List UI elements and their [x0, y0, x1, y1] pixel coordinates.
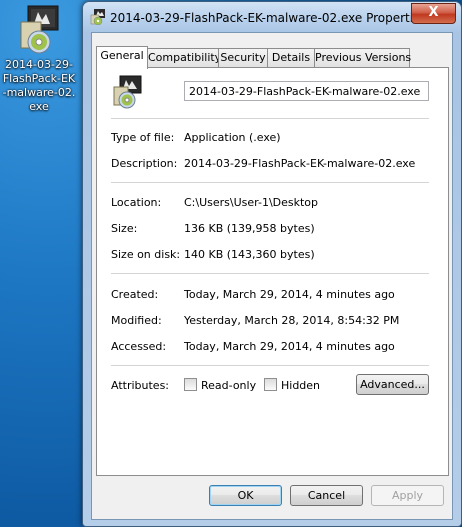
close-button[interactable]: X: [411, 3, 456, 24]
accessed-label: Accessed:: [111, 340, 167, 353]
apply-button[interactable]: Apply: [371, 485, 444, 506]
modified-label: Modified:: [111, 314, 162, 327]
separator: [111, 365, 429, 366]
description-label: Description:: [111, 157, 178, 170]
size-on-disk-value: 140 KB (143,360 bytes): [184, 248, 315, 261]
modified-value: Yesterday, March 28, 2014, 8:54:32 PM: [184, 314, 400, 327]
hidden-checkbox[interactable]: Hidden: [264, 378, 320, 392]
tab-compatibility[interactable]: Compatibility: [147, 48, 221, 67]
checkbox-box[interactable]: [184, 378, 197, 391]
general-tab-panel: 2014-03-29-FlashPack-EK-malware-02.exe T…: [96, 67, 449, 476]
type-value: Application (.exe): [184, 131, 281, 144]
separator: [111, 118, 429, 119]
tab-general[interactable]: General: [96, 46, 148, 69]
description-value: 2014-03-29-FlashPack-EK-malware-02.exe: [184, 157, 416, 170]
window-title: 2014-03-29-FlashPack-EK-malware-02.exe P…: [110, 11, 427, 25]
installer-icon: [90, 9, 106, 26]
separator: [111, 182, 429, 183]
created-value: Today, March 29, 2014, 4 minutes ago: [184, 288, 395, 301]
readonly-label: Read-only: [201, 379, 257, 392]
desktop-file-icon[interactable]: 2014-03-29-FlashPack-EK-malware-02.exe: [0, 4, 78, 114]
installer-icon: [15, 4, 63, 56]
size-on-disk-label: Size on disk:: [111, 248, 181, 261]
attributes-label: Attributes:: [111, 379, 170, 392]
advanced-button[interactable]: Advanced...: [356, 374, 429, 395]
accessed-value: Today, March 29, 2014, 4 minutes ago: [184, 340, 395, 353]
properties-window: 2014-03-29-FlashPack-EK-malware-02.exe P…: [82, 1, 462, 527]
created-label: Created:: [111, 288, 159, 301]
separator: [111, 273, 429, 274]
ok-button[interactable]: OK: [209, 485, 282, 506]
tab-previous-versions[interactable]: Previous Versions: [314, 48, 411, 67]
size-label: Size:: [111, 222, 138, 235]
dialog-client-area: General Compatibility Security Details P…: [91, 32, 453, 520]
type-label: Type of file:: [111, 131, 175, 144]
cancel-button[interactable]: Cancel: [290, 485, 363, 506]
file-name-field[interactable]: 2014-03-29-FlashPack-EK-malware-02.exe: [184, 81, 429, 101]
readonly-checkbox[interactable]: Read-only: [184, 378, 256, 392]
location-value: C:\Users\User-1\Desktop: [184, 196, 319, 209]
location-label: Location:: [111, 196, 162, 209]
desktop-file-label: 2014-03-29-FlashPack-EK-malware-02.exe: [2, 58, 76, 113]
tab-security[interactable]: Security: [218, 48, 268, 67]
title-bar[interactable]: 2014-03-29-FlashPack-EK-malware-02.exe P…: [83, 2, 461, 32]
size-value: 136 KB (139,958 bytes): [184, 222, 315, 235]
installer-icon: [111, 75, 143, 109]
checkbox-box[interactable]: [264, 378, 277, 391]
hidden-label: Hidden: [281, 379, 321, 392]
tab-details[interactable]: Details: [267, 48, 315, 67]
